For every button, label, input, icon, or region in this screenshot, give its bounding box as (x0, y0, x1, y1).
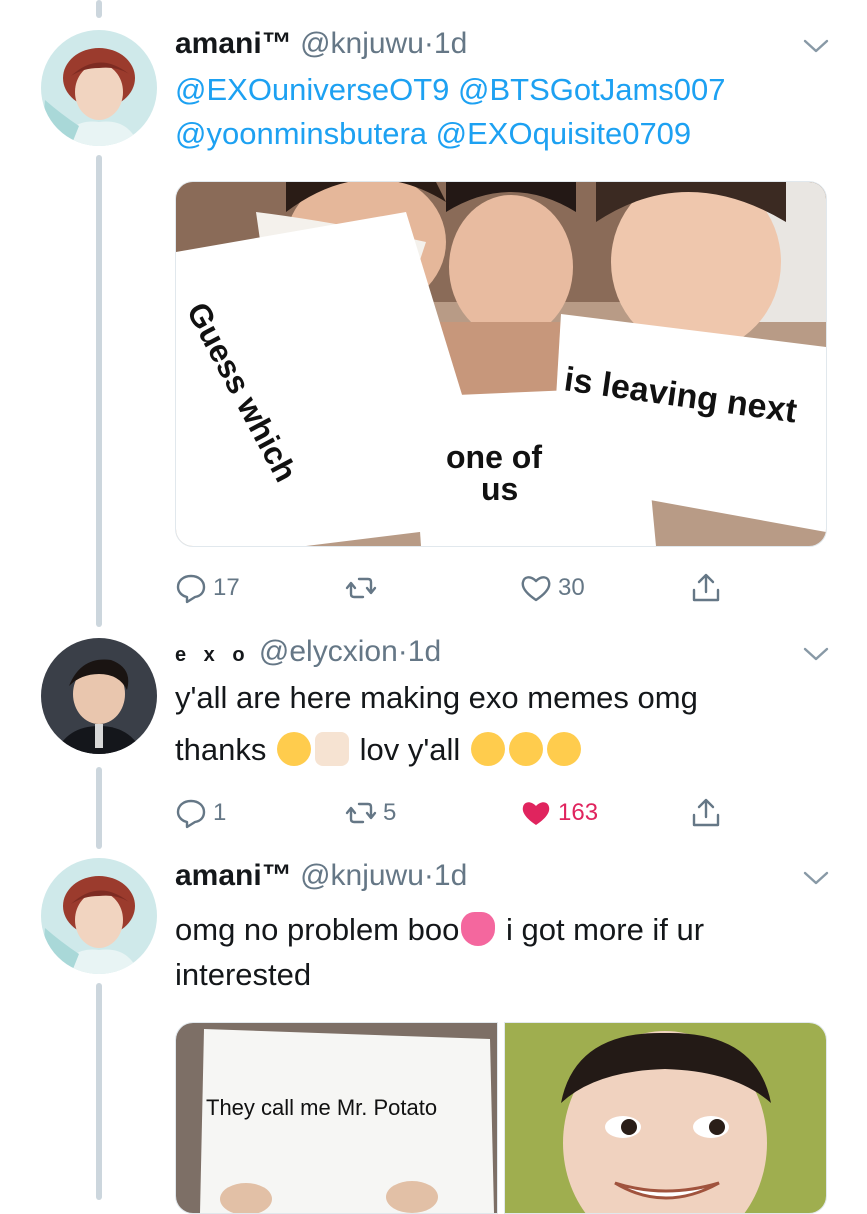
mentions-line-1[interactable]: @EXOuniverseOT9 @BTSGotJams007 (175, 68, 726, 112)
tweet-text-line-2: interested (175, 957, 312, 992)
timestamp[interactable]: 1d (434, 859, 467, 892)
username[interactable]: @elycxion (259, 635, 398, 668)
tweet-actions: 17 30 (175, 568, 725, 608)
retweet-button[interactable] (345, 568, 383, 608)
share-button[interactable] (690, 793, 722, 833)
like-count: 163 (558, 799, 599, 826)
thread-line-1 (96, 155, 102, 627)
tweet-text-line-2: thanks lov y'all (175, 728, 583, 772)
thread-line-2 (96, 767, 102, 849)
retweet-icon (345, 577, 377, 599)
tweet-text-thanks: thanks (175, 732, 267, 767)
display-name[interactable]: amani™ (175, 27, 292, 60)
reply-icon (176, 574, 206, 604)
mentions-line-2[interactable]: @yoonminsbutera @EXOquisite0709 (175, 112, 691, 156)
username[interactable]: @knjuwu (300, 27, 424, 60)
heart-eyes-emoji-icon (470, 732, 505, 766)
pointing-hand-emoji-icon (314, 732, 349, 766)
separator-dot: · (397, 635, 408, 668)
chevron-down-icon[interactable] (803, 38, 829, 54)
tweet-header: e x o @elycxion·1d (175, 634, 441, 673)
chevron-down-icon[interactable] (803, 870, 829, 886)
avatar[interactable] (41, 638, 157, 754)
timestamp[interactable]: 1d (434, 27, 467, 60)
tweet-text-line-1: y'all are here making exo memes omg (175, 680, 698, 715)
display-name[interactable]: amani™ (175, 859, 292, 892)
meme-sign-one-of: one of (446, 439, 542, 475)
reply-icon (176, 799, 206, 829)
yum-face-emoji-icon (546, 732, 581, 766)
tweet-text-line-1: omg no problem boo i got more if ur (175, 908, 704, 952)
username[interactable]: @knjuwu (300, 859, 424, 892)
like-button[interactable]: 163 (520, 793, 598, 833)
reply-button[interactable]: 17 (175, 568, 240, 608)
avatar[interactable] (41, 858, 157, 974)
heart-filled-icon (522, 802, 550, 825)
separator-dot: · (423, 859, 434, 892)
retweet-count: 5 (383, 799, 397, 826)
chevron-down-icon[interactable] (803, 646, 829, 662)
star-struck-emoji-icon (508, 732, 543, 766)
tweet-text-lov-yall: lov y'all (359, 732, 461, 767)
tweet-header: amani™ @knjuwu·1d (175, 858, 467, 894)
tweet-image-right[interactable] (504, 1022, 827, 1214)
reply-count: 17 (213, 574, 240, 601)
tweet-image-left[interactable]: They call me Mr. Potato (175, 1022, 498, 1214)
retweet-icon (345, 802, 377, 824)
share-icon (692, 798, 720, 827)
like-count: 30 (558, 574, 585, 601)
reply-button[interactable]: 1 (175, 793, 226, 833)
thread-line-top (96, 0, 102, 18)
tweet-text-part-1: omg no problem boo (175, 912, 460, 947)
retweet-button[interactable]: 5 (345, 793, 396, 833)
share-icon (692, 573, 720, 602)
heart-icon (521, 576, 551, 602)
separator-dot: · (423, 27, 434, 60)
share-button[interactable] (690, 568, 722, 608)
tweet-actions: 1 5 163 (175, 793, 725, 833)
meme-sign-us: us (481, 471, 518, 507)
reply-count: 1 (213, 799, 227, 826)
thread-line-3 (96, 983, 102, 1200)
growing-heart-emoji-icon (461, 912, 496, 946)
like-button[interactable]: 30 (520, 568, 585, 608)
tweet-text-part-2: i got more if ur (505, 912, 705, 947)
tweet-header: amani™ @knjuwu·1d (175, 26, 467, 62)
meme-sign-mr-potato: They call me Mr. Potato (206, 1095, 437, 1120)
avatar[interactable] (41, 30, 157, 146)
display-name[interactable]: e x o (175, 644, 251, 666)
kissing-face-emoji-icon (276, 732, 311, 766)
timestamp[interactable]: 1d (408, 635, 441, 668)
tweet-image-meme[interactable]: Guess which one of us is leaving next (175, 181, 827, 547)
